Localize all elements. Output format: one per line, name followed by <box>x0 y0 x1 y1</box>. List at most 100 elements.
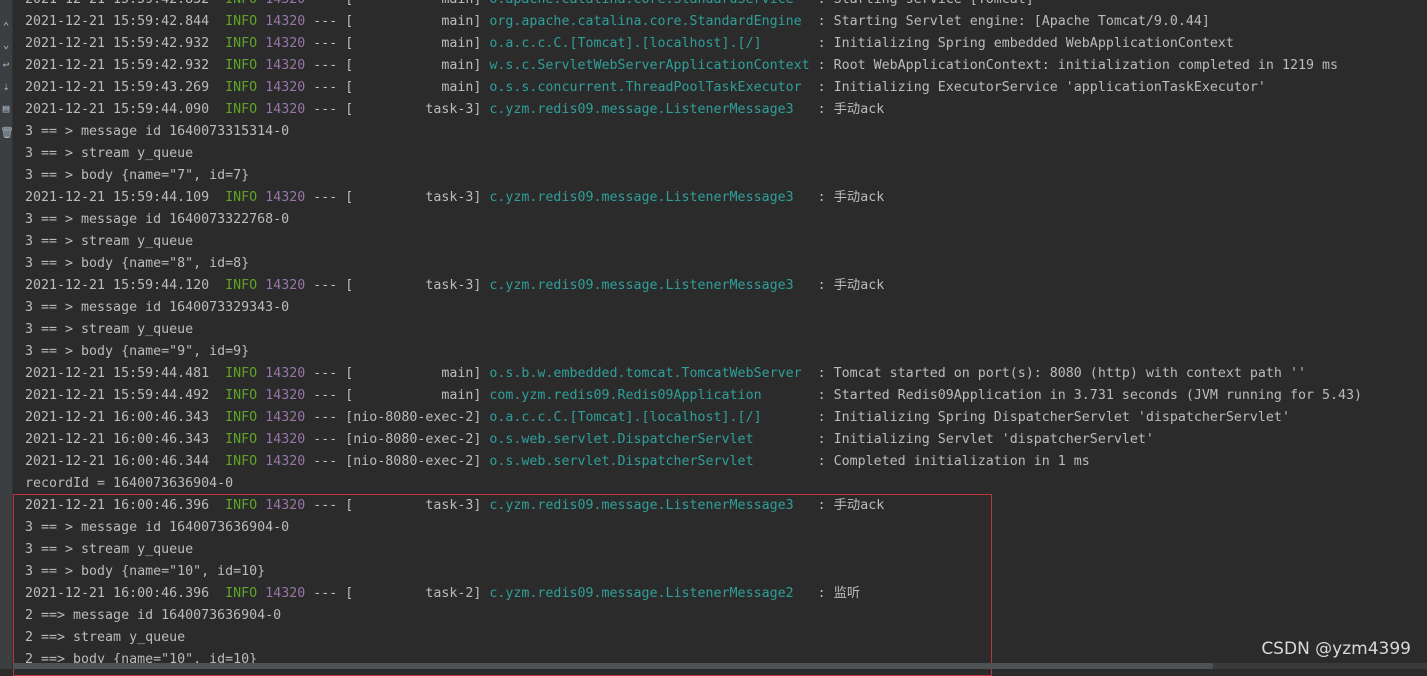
log-level: INFO <box>225 102 258 117</box>
log-logger[interactable]: w.s.c.ServletWebServerApplicationContext <box>489 58 809 73</box>
log-timestamp: 2021-12-21 16:00:46.343 <box>25 410 210 425</box>
log-logger[interactable]: o.s.web.servlet.DispatcherServlet <box>489 432 809 447</box>
log-logger[interactable]: org.apache.catalina.core.StandardEngine <box>489 14 809 29</box>
log-output-text: 3 == > message id 1640073329343-0 <box>25 300 290 315</box>
log-message: : Root WebApplicationContext: initializa… <box>817 58 1338 73</box>
log-logger[interactable]: o.a.c.c.C.[Tomcat].[localhost].[/] <box>489 36 809 51</box>
log-logger[interactable]: c.yzm.redis09.message.ListenerMessage2 <box>489 586 809 601</box>
log-level: INFO <box>225 190 258 205</box>
log-thread: task-3] <box>353 102 482 117</box>
log-timestamp: 2021-12-21 15:59:44.120 <box>25 278 210 293</box>
log-pid: 14320 <box>265 410 306 425</box>
log-level: INFO <box>225 14 258 29</box>
trash-icon[interactable]: 🗑 <box>0 124 14 142</box>
log-pid: 14320 <box>265 432 306 447</box>
log-output-text: 3 == > message id 1640073636904-0 <box>25 520 290 535</box>
log-line: recordId = 1640073636904-0 <box>25 473 1427 495</box>
log-message: : 手动ack <box>817 190 885 205</box>
log-output-text: 3 == > stream y_queue <box>25 234 194 249</box>
log-logger[interactable]: c.yzm.redis09.message.ListenerMessage3 <box>489 190 809 205</box>
console-output[interactable]: 2021-12-21 15:59:42.832 INFO 14320 --- [… <box>25 0 1427 671</box>
log-logger[interactable]: c.yzm.redis09.message.ListenerMessage3 <box>489 102 809 117</box>
log-level: INFO <box>225 0 257 7</box>
log-line: 3 == > body {name="9", id=9} <box>25 341 1427 363</box>
log-line: 2 ==> stream y_queue <box>25 627 1427 649</box>
log-thread: main] <box>353 388 482 403</box>
log-message: : 手动ack <box>817 498 885 513</box>
log-level: INFO <box>225 410 258 425</box>
log-separator: --- <box>313 14 338 29</box>
log-pid: 14320 <box>265 14 306 29</box>
log-level: INFO <box>225 498 258 513</box>
log-timestamp: 2021-12-21 15:59:44.492 <box>25 388 210 403</box>
log-line: 2021-12-21 16:00:46.344 INFO 14320 --- [… <box>25 454 1090 469</box>
log-logger[interactable]: com.yzm.redis09.Redis09Application <box>489 388 809 403</box>
log-line: 3 == > body {name="7", id=7} <box>25 165 1427 187</box>
log-logger[interactable]: o.a.c.c.C.[Tomcat].[localhost].[/] <box>489 410 809 425</box>
log-line: 3 == > message id 1640073315314-0 <box>25 121 1427 143</box>
scrollbar-thumb[interactable] <box>13 663 1213 669</box>
log-line: 2021-12-21 15:59:44.481 INFO 14320 --- [… <box>25 366 1306 381</box>
watermark: CSDN @yzm4399 <box>1261 639 1411 659</box>
log-thread: main] <box>353 0 481 7</box>
log-output-text: 2 ==> message id 1640073636904-0 <box>25 608 282 623</box>
filter-icon[interactable]: ⇣ <box>0 78 12 96</box>
log-logger[interactable]: o.s.b.w.embedded.tomcat.TomcatWebServer <box>489 366 809 381</box>
log-line: 2021-12-21 16:00:46.343 INFO 14320 --- [… <box>25 410 1290 425</box>
log-timestamp: 2021-12-21 16:00:46.396 <box>25 586 210 601</box>
log-separator: --- <box>313 366 338 381</box>
print-icon[interactable]: ▤ <box>0 100 12 118</box>
log-timestamp: 2021-12-21 15:59:42.844 <box>25 14 210 29</box>
log-output-text: 3 == > body {name="7", id=7} <box>25 168 250 183</box>
log-timestamp: 2021-12-21 16:00:46.344 <box>25 454 210 469</box>
log-output-text: 2 ==> stream y_queue <box>25 630 186 645</box>
log-line: 3 == > stream y_queue <box>25 231 1427 253</box>
log-timestamp: 2021-12-21 16:00:46.396 <box>25 498 210 513</box>
log-line: 3 == > stream y_queue <box>25 539 1427 561</box>
log-level: INFO <box>225 278 258 293</box>
horizontal-scrollbar[interactable] <box>13 663 1427 669</box>
log-logger[interactable]: o.s.web.servlet.DispatcherServlet <box>489 454 809 469</box>
log-separator: --- <box>313 454 338 469</box>
log-pid: 14320 <box>265 80 306 95</box>
log-message: : Initializing Spring DispatcherServlet … <box>817 410 1290 425</box>
log-thread: nio-8080-exec-2] <box>353 454 482 469</box>
log-level: INFO <box>225 586 258 601</box>
log-level: INFO <box>225 366 258 381</box>
log-message: : Initializing Spring embedded WebApplic… <box>817 36 1234 51</box>
log-message: : Tomcat started on port(s): 8080 (http)… <box>817 366 1306 381</box>
log-message: : 手动ack <box>817 278 885 293</box>
log-line: 2021-12-21 16:00:46.396 INFO 14320 --- [… <box>25 498 885 513</box>
log-thread: main] <box>353 80 482 95</box>
log-thread: nio-8080-exec-2] <box>353 432 482 447</box>
log-separator: --- <box>313 102 338 117</box>
log-line: 2 ==> message id 1640073636904-0 <box>25 605 1427 627</box>
log-logger[interactable]: o.s.s.concurrent.ThreadPoolTaskExecutor <box>489 80 809 95</box>
log-line: 2021-12-21 15:59:44.492 INFO 14320 --- [… <box>25 388 1362 403</box>
log-pid: 14320 <box>265 366 306 381</box>
log-output-text: 3 == > stream y_queue <box>25 322 194 337</box>
log-message: : Starting service [Tomcat] <box>818 0 1034 7</box>
log-separator: --- <box>313 388 338 403</box>
chevron-up-icon[interactable]: ⌃ <box>0 18 12 36</box>
log-level: INFO <box>225 432 258 447</box>
log-pid: 14320 <box>265 36 306 51</box>
log-level: INFO <box>225 58 258 73</box>
log-line: 2021-12-21 15:59:43.269 INFO 14320 --- [… <box>25 80 1266 95</box>
log-timestamp: 2021-12-21 15:59:42.932 <box>25 36 210 51</box>
log-line: 3 == > stream y_queue <box>25 143 1427 165</box>
chevron-down-icon[interactable]: ⌄ <box>0 36 12 54</box>
log-logger[interactable]: c.yzm.redis09.message.ListenerMessage3 <box>489 278 809 293</box>
log-separator: --- <box>313 432 338 447</box>
log-separator: --- <box>313 278 338 293</box>
log-logger[interactable]: c.yzm.redis09.message.ListenerMessage3 <box>489 498 809 513</box>
log-line: 3 == > message id 1640073329343-0 <box>25 297 1427 319</box>
log-separator: --- <box>313 498 338 513</box>
log-separator: --- <box>313 190 338 205</box>
log-thread: main] <box>353 58 482 73</box>
log-message: : Started Redis09Application in 3.731 se… <box>817 388 1362 403</box>
log-line: 2021-12-21 15:59:44.109 INFO 14320 --- [… <box>25 190 885 205</box>
log-thread: main] <box>353 366 482 381</box>
log-logger[interactable]: o.apache.catalina.core.StandardService <box>489 0 809 7</box>
wrap-icon[interactable]: ↩ <box>0 56 12 74</box>
